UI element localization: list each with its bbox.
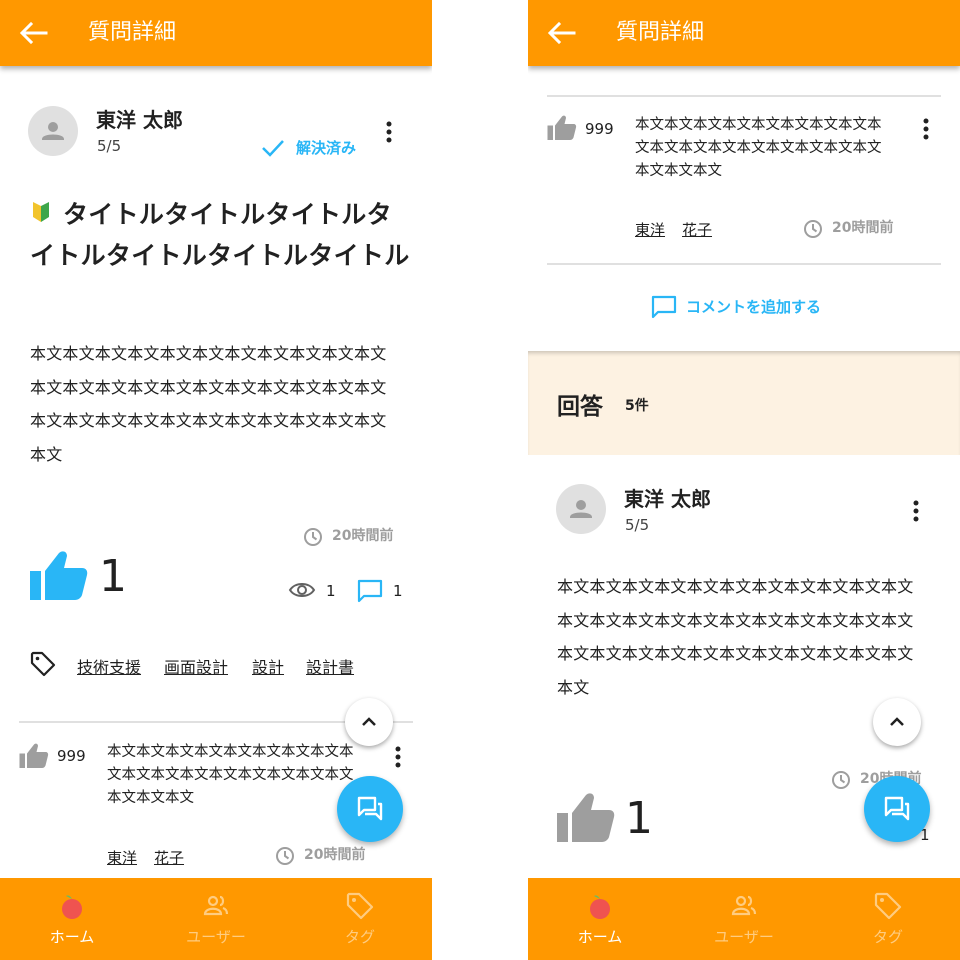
tag-icon (346, 892, 374, 920)
tag-link[interactable]: 設計 (252, 654, 284, 678)
like-count: 1 (99, 551, 127, 602)
comment-count: 1 (393, 582, 403, 600)
users-icon (731, 895, 757, 916)
users-icon (203, 895, 229, 916)
answer-author-score: 5/5 (625, 516, 650, 534)
screen-question-top: 質問詳細 東洋 太郎 5/5 解決済み タイトルタイトルタイトルタイトルタイトル… (0, 0, 432, 960)
nav-label-tags: タグ (872, 928, 903, 946)
comment-more-vert-icon[interactable] (916, 115, 936, 143)
person-icon (42, 122, 64, 140)
answers-count: 5件 (625, 398, 649, 414)
nav-label-users: ユーザー (714, 928, 774, 946)
answer-fab-button[interactable] (337, 776, 403, 842)
home-fruit-icon (62, 895, 82, 919)
comment-like-count: 999 (57, 747, 86, 765)
divider (547, 95, 941, 97)
tag-link[interactable]: 技術支援 (77, 654, 141, 678)
nav-item-home[interactable]: ホーム (0, 878, 144, 960)
person-icon (570, 500, 592, 518)
nav-item-users[interactable]: ユーザー (672, 878, 816, 960)
answer-more-vert-icon[interactable] (906, 497, 926, 525)
answer-like-count: 1 (625, 793, 653, 844)
back-arrow-icon[interactable] (546, 20, 576, 46)
page-title: 質問詳細 (88, 20, 177, 45)
check-icon (262, 140, 284, 157)
nav-item-users[interactable]: ユーザー (144, 878, 288, 960)
screen-question-scrolled: 質問詳細 999 本文本文本文本文本文本文本文本文本文本文本文本文本文本文本文本… (528, 0, 960, 960)
app-header: 質問詳細 (528, 0, 960, 66)
comment-more-vert-icon[interactable] (388, 743, 408, 771)
post-time-text: 20時間前 (332, 528, 394, 544)
answer-fab-button[interactable] (864, 776, 930, 842)
view-count: 1 (326, 582, 336, 600)
clock-icon (304, 528, 322, 546)
comment-thumb-up-icon[interactable] (547, 115, 577, 141)
answers-title: 回答 (557, 394, 603, 420)
author-name[interactable]: 東洋 太郎 (96, 104, 183, 133)
forum-icon (357, 796, 383, 821)
app-header: 質問詳細 (0, 0, 432, 66)
tag-link[interactable]: 画面設計 (164, 654, 228, 678)
question-body: 本文本文本文本文本文本文本文本文本文本文本文本文本文本文本文本文本文本文本文本文… (30, 344, 387, 464)
nav-label-home: ホーム (577, 928, 623, 946)
forum-icon (884, 796, 910, 821)
author-score: 5/5 (97, 137, 122, 155)
divider (547, 263, 941, 265)
chevron-up-icon (362, 717, 376, 726)
more-vert-icon[interactable] (379, 118, 399, 146)
scroll-top-button[interactable] (873, 698, 921, 746)
answer-body: 本文本文本文本文本文本文本文本文本文本文本文本文本文本文本文本文本文本文本文本文… (557, 577, 914, 697)
chevron-up-icon (890, 717, 904, 726)
thumb-up-icon[interactable] (30, 550, 88, 602)
answers-header: 回答 5件 (528, 351, 960, 455)
comment-thumb-up-icon[interactable] (19, 743, 49, 769)
nav-item-tags[interactable]: タグ (816, 878, 960, 960)
tag-icon (30, 651, 56, 677)
comment-time-text: 20時間前 (832, 220, 894, 236)
scroll-top-button[interactable] (345, 698, 393, 746)
resolved-label: 解決済み (296, 139, 357, 157)
comment-user-link[interactable]: 花子 (682, 219, 712, 240)
nav-item-tags[interactable]: タグ (288, 878, 432, 960)
bottom-nav: ホーム ユーザー タグ (528, 878, 960, 960)
page-title: 質問詳細 (616, 20, 705, 45)
comment-body: 本文本文本文本文本文本文本文本文本文本文本文本文本文本文本文本文本文本文本文本文 (635, 117, 882, 179)
bottom-nav: ホーム ユーザー タグ (0, 878, 432, 960)
nav-label-users: ユーザー (186, 928, 246, 946)
clock-icon (804, 220, 822, 238)
question-title: タイトルタイトルタイトルタイトルタイトルタイトルタイトル (30, 200, 410, 270)
answer-thumb-up-icon[interactable] (557, 792, 615, 844)
comment-user-link[interactable]: 東洋 (107, 847, 137, 868)
avatar[interactable] (28, 106, 78, 156)
home-fruit-icon (590, 895, 610, 919)
nav-item-home[interactable]: ホーム (528, 878, 672, 960)
clock-icon (276, 847, 294, 865)
nav-label-home: ホーム (49, 928, 95, 946)
comment-user-link[interactable]: 東洋 (635, 219, 665, 240)
comment-user-link[interactable]: 花子 (154, 847, 184, 868)
answer-author-name[interactable]: 東洋 太郎 (624, 483, 711, 512)
tag-link[interactable]: 設計書 (306, 654, 354, 678)
tag-icon (874, 892, 902, 920)
avatar[interactable] (556, 484, 606, 534)
comment-icon[interactable] (356, 578, 384, 604)
comment-time-text: 20時間前 (304, 847, 366, 863)
comment-body: 本文本文本文本文本文本文本文本文本文本文本文本文本文本文本文本文本文本文本文本文 (107, 744, 354, 806)
add-comment-label: コメントを追加する (686, 298, 822, 316)
comment-icon (651, 295, 677, 319)
comment-like-count: 999 (585, 120, 614, 138)
eye-icon (288, 583, 316, 597)
back-arrow-icon[interactable] (18, 20, 48, 46)
nav-label-tags: タグ (344, 928, 375, 946)
clock-icon (832, 771, 850, 789)
